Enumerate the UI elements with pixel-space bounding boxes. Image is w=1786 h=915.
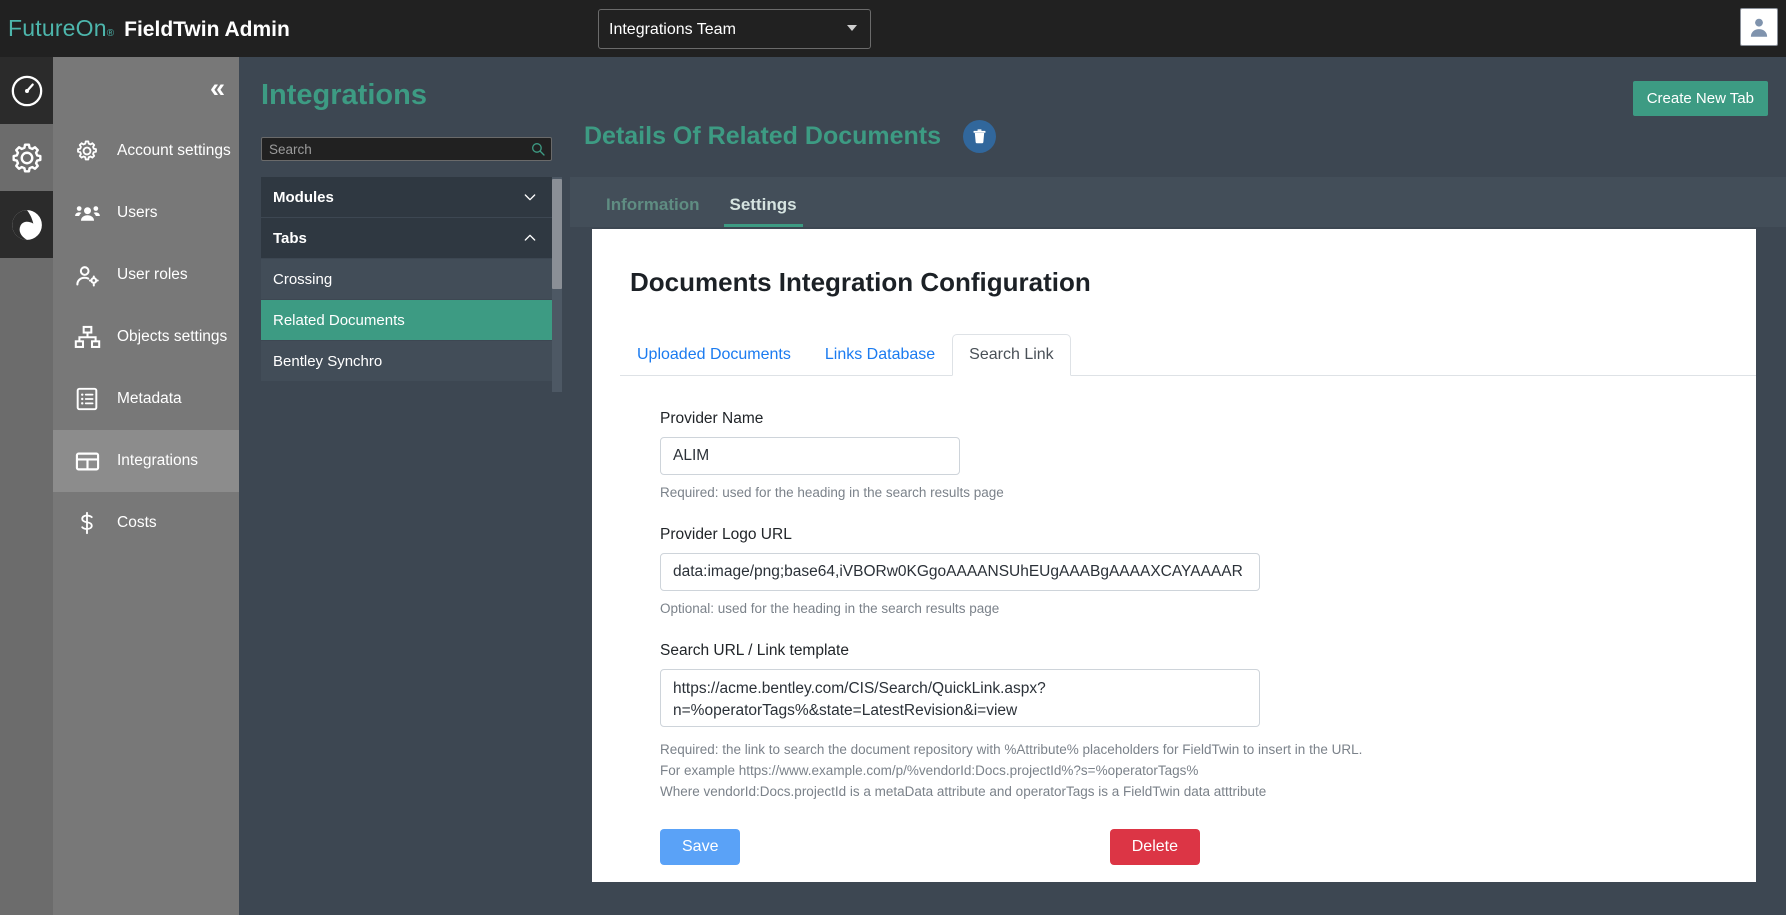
table-grid-icon <box>73 447 101 475</box>
speedometer-icon <box>11 75 42 106</box>
search-url-textarea[interactable] <box>660 668 1260 727</box>
integrations-tree: Modules Tabs Crossing Related Documents … <box>261 177 552 382</box>
brand-registered-mark: ® <box>106 28 115 39</box>
chevron-double-left-icon: « <box>209 73 225 103</box>
rail-item-dashboard[interactable] <box>0 57 53 124</box>
tree-item-bentley-synchro[interactable]: Bentley Synchro <box>261 341 552 382</box>
tab-uploaded-documents[interactable]: Uploaded Documents <box>620 334 808 376</box>
detail-subtabs: Information Settings <box>570 177 1786 227</box>
dollar-icon <box>73 509 101 537</box>
sidebar-collapse-button[interactable]: « <box>53 57 239 120</box>
provider-name-help: Required: used for the heading in the se… <box>660 485 1004 500</box>
provider-name-label: Provider Name <box>660 410 764 427</box>
card-title: Documents Integration Configuration <box>630 267 1091 297</box>
content-area: Create New Tab Details Of Related Docume… <box>570 57 1786 915</box>
gear-icon <box>73 137 101 165</box>
search-input[interactable] <box>261 137 552 161</box>
search-url-help-line-3: Where vendorId:Docs.projectId is a metaD… <box>660 783 1267 799</box>
provider-name-input[interactable] <box>660 437 960 475</box>
globe-logo-icon <box>11 209 42 240</box>
tab-information[interactable]: Information <box>600 195 706 227</box>
sidebar-item-integrations[interactable]: Integrations <box>53 430 239 492</box>
user-roles-icon <box>73 261 101 289</box>
create-new-tab-button[interactable]: Create New Tab <box>1632 81 1768 116</box>
sidebar-item-label: Integrations <box>117 452 198 469</box>
user-avatar-icon <box>1746 14 1772 40</box>
tab-search-link[interactable]: Search Link <box>952 334 1071 376</box>
tree-item-label: Bentley Synchro <box>273 352 383 370</box>
search-url-help-line-1: Required: the link to search the documen… <box>660 741 1363 757</box>
provider-logo-url-input[interactable] <box>660 552 1260 591</box>
app-root: FutureOn ® FieldTwin Admin Integrations T… <box>0 0 1786 915</box>
avatar[interactable] <box>1740 8 1778 46</box>
provider-logo-url-help: Optional: used for the heading in the se… <box>660 600 1000 616</box>
brand: FutureOn ® FieldTwin Admin <box>8 15 290 42</box>
card-tabs: Uploaded Documents Links Database Search… <box>620 334 1756 376</box>
chevron-down-icon <box>522 189 538 205</box>
tree-item-crossing[interactable]: Crossing <box>261 259 552 300</box>
search-url-label: Search URL / Link template <box>660 641 849 659</box>
sidebar-item-label: Objects settings <box>117 328 228 345</box>
sidebar-item-costs[interactable]: Costs <box>53 492 239 554</box>
tree-group-label: Tabs <box>273 229 307 247</box>
detail-header: Details Of Related Documents <box>584 120 997 153</box>
app-title: FieldTwin Admin <box>124 18 290 41</box>
sidebar-item-label: Metadata <box>117 390 182 407</box>
detail-title: Details Of Related Documents <box>584 122 942 150</box>
tree-group-label: Modules <box>273 188 334 206</box>
tree-item-related-documents[interactable]: Related Documents <box>261 300 552 341</box>
rail-item-settings[interactable] <box>0 124 53 191</box>
sidebar: « Account settings Users User roles Obje… <box>53 57 239 915</box>
field-provider-logo-url: Provider Logo URL Optional: used for the… <box>660 526 1756 620</box>
sidebar-item-objects-settings[interactable]: Objects settings <box>53 306 239 368</box>
field-provider-name: Provider Name Required: used for the hea… <box>660 410 1756 504</box>
users-icon <box>73 199 101 227</box>
tree-group-modules[interactable]: Modules <box>261 177 552 218</box>
sidebar-item-label: Users <box>117 204 158 221</box>
trash-icon <box>973 129 986 144</box>
tree-scrollbar-thumb[interactable] <box>552 179 562 289</box>
brand-logo-text: FutureOn <box>8 15 107 41</box>
integrations-list-panel: Integrations Modules Tabs <box>239 57 570 915</box>
form-actions: Save Delete <box>660 828 1200 865</box>
icon-rail <box>0 57 53 915</box>
page-title: Integrations <box>261 79 427 111</box>
rail-item-fieldtwin[interactable] <box>0 191 53 258</box>
delete-tab-button[interactable] <box>963 120 997 153</box>
sitemap-icon <box>73 323 101 351</box>
provider-logo-url-label: Provider Logo URL <box>660 525 792 543</box>
gear-icon <box>11 142 42 173</box>
save-button[interactable]: Save <box>660 828 741 865</box>
team-selector[interactable]: Integrations Team <box>598 9 871 49</box>
tree-group-tabs[interactable]: Tabs <box>261 218 552 259</box>
team-select[interactable]: Integrations Team <box>598 9 871 49</box>
configuration-card: Documents Integration Configuration Uplo… <box>592 229 1756 882</box>
sidebar-item-label: User roles <box>117 266 188 283</box>
sidebar-item-user-roles[interactable]: User roles <box>53 244 239 306</box>
magnifier-icon[interactable] <box>530 141 546 157</box>
chevron-up-icon <box>522 230 538 246</box>
field-search-url-template: Search URL / Link template Required: the… <box>660 642 1756 803</box>
search-box[interactable] <box>261 137 552 161</box>
search-url-help-line-2: For example https://www.example.com/p/%v… <box>660 762 1199 778</box>
sidebar-item-label: Account settings <box>117 142 231 159</box>
top-bar: FutureOn ® FieldTwin Admin Integrations T… <box>0 0 1786 57</box>
delete-button[interactable]: Delete <box>1109 828 1200 865</box>
sidebar-item-label: Costs <box>117 514 157 531</box>
tree-item-label: Crossing <box>273 270 333 288</box>
list-details-icon <box>73 385 101 413</box>
search-url-help: Required: the link to search the documen… <box>660 740 1756 803</box>
tree-item-label: Related Documents <box>273 311 405 329</box>
tab-links-database[interactable]: Links Database <box>808 334 952 376</box>
sidebar-item-account-settings[interactable]: Account settings <box>53 120 239 182</box>
tab-settings[interactable]: Settings <box>723 195 803 227</box>
sidebar-item-metadata[interactable]: Metadata <box>53 368 239 430</box>
search-link-form: Provider Name Required: used for the hea… <box>660 410 1756 865</box>
sidebar-item-users[interactable]: Users <box>53 182 239 244</box>
